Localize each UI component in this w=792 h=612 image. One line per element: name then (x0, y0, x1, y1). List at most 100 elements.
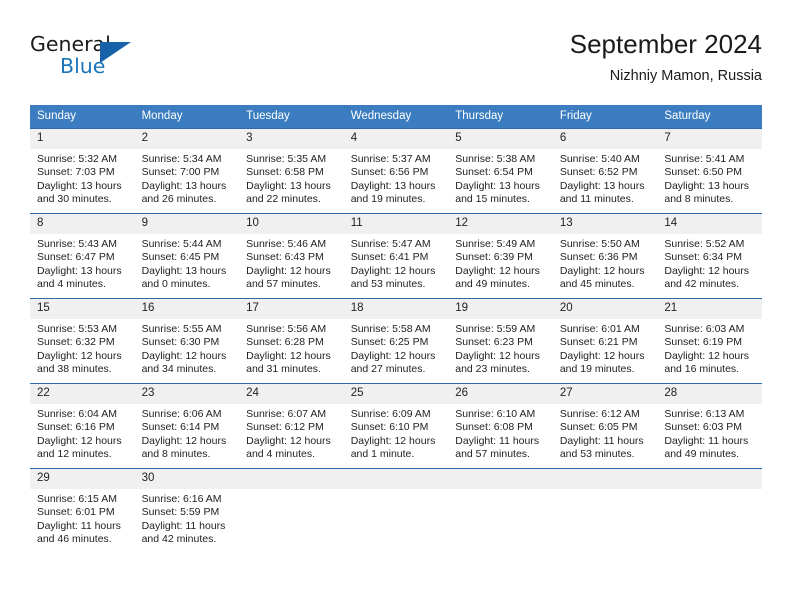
sunrise-text: Sunrise: 6:03 AM (664, 323, 745, 335)
day-number: 20 (552, 299, 658, 319)
calendar-day-cell[interactable]: 27 Sunrise: 6:12 AM Sunset: 6:05 PM Dayligh… (552, 383, 658, 469)
day-details: Sunrise: 5:47 AM Sunset: 6:41 PM Daylight:… (344, 234, 449, 292)
calendar-day-cell[interactable]: 14 Sunrise: 5:52 AM Sunset: 6:34 PM Dayligh… (657, 213, 762, 299)
daylight-text-line2: and 26 minutes. (141, 193, 217, 206)
day-number (239, 469, 344, 489)
daylight-text-line2: and 1 minute. (350, 448, 415, 461)
title-block: September 2024 Nizhniy Mamon, Russia (570, 28, 762, 87)
calendar-day-cell[interactable]: 11 Sunrise: 5:47 AM Sunset: 6:41 PM Dayligh… (343, 213, 449, 299)
day-details: Sunrise: 5:50 AM Sunset: 6:36 PM Daylight:… (553, 234, 658, 292)
sunrise-text: Sunrise: 5:56 AM (246, 323, 327, 335)
sunrise-text: Sunrise: 5:50 AM (559, 238, 640, 250)
sunset-text: Sunset: 6:45 PM (141, 251, 220, 264)
sunrise-text: Sunrise: 5:35 AM (246, 153, 327, 165)
sunrise-text: Sunrise: 6:10 AM (455, 408, 536, 420)
logo-text-general: General (30, 32, 111, 56)
day-details (239, 489, 344, 493)
day-number (552, 469, 658, 489)
daylight-text-line1: Daylight: 13 hours (141, 264, 227, 277)
calendar-day-cell-empty (343, 468, 449, 553)
day-details: Sunrise: 5:35 AM Sunset: 6:58 PM Daylight:… (239, 149, 344, 207)
day-details: Sunrise: 5:52 AM Sunset: 6:34 PM Daylight:… (657, 234, 762, 292)
daylight-text-line2: and 57 minutes. (455, 448, 530, 461)
daylight-text-line2: and 38 minutes. (37, 363, 112, 376)
calendar-day-cell[interactable]: 22 Sunrise: 6:04 AM Sunset: 6:16 PM Dayligh… (30, 383, 135, 469)
sunset-text: Sunset: 6:50 PM (664, 166, 743, 179)
calendar-day-cell[interactable]: 28 Sunrise: 6:13 AM Sunset: 6:03 PM Dayligh… (657, 383, 762, 469)
daylight-text-line2: and 4 minutes. (246, 448, 316, 461)
day-details: Sunrise: 5:59 AM Sunset: 6:23 PM Daylight:… (448, 319, 553, 377)
calendar-day-cell[interactable]: 6 Sunrise: 5:40 AM Sunset: 6:52 PM Daylight… (552, 128, 658, 214)
calendar-day-cell[interactable]: 8 Sunrise: 5:43 AM Sunset: 6:47 PM Daylight… (30, 213, 135, 299)
day-details: Sunrise: 5:40 AM Sunset: 6:52 PM Daylight:… (553, 149, 658, 207)
calendar-day-cell[interactable]: 10 Sunrise: 5:46 AM Sunset: 6:43 PM Dayligh… (239, 213, 344, 299)
calendar-day-cell[interactable]: 1 Sunrise: 5:32 AM Sunset: 7:03 PM Daylight… (30, 128, 135, 214)
calendar-day-cell[interactable]: 13 Sunrise: 5:50 AM Sunset: 6:36 PM Dayligh… (552, 213, 658, 299)
sunrise-text: Sunrise: 5:37 AM (350, 153, 431, 165)
daylight-text-line2: and 42 minutes. (664, 278, 740, 291)
calendar-table: Sunday Monday Tuesday Wednesday Thursday… (30, 105, 762, 553)
day-number: 28 (657, 384, 762, 404)
day-details: Sunrise: 6:09 AM Sunset: 6:10 PM Daylight:… (344, 404, 449, 462)
calendar-day-cell[interactable]: 23 Sunrise: 6:06 AM Sunset: 6:14 PM Dayligh… (134, 383, 240, 469)
day-details: Sunrise: 5:56 AM Sunset: 6:28 PM Daylight:… (239, 319, 344, 377)
daylight-text-line2: and 12 minutes. (37, 448, 112, 461)
calendar-day-cell[interactable]: 17 Sunrise: 5:56 AM Sunset: 6:28 PM Dayligh… (239, 298, 344, 384)
daylight-text-line1: Daylight: 11 hours (559, 434, 644, 447)
sunrise-text: Sunrise: 5:55 AM (141, 323, 222, 335)
day-details: Sunrise: 5:58 AM Sunset: 6:25 PM Daylight:… (344, 319, 449, 377)
sunrise-text: Sunrise: 5:40 AM (559, 153, 640, 165)
calendar-day-cell[interactable]: 18 Sunrise: 5:58 AM Sunset: 6:25 PM Dayligh… (343, 298, 449, 384)
daylight-text-line1: Daylight: 12 hours (246, 434, 331, 447)
calendar-day-cell[interactable]: 9 Sunrise: 5:44 AM Sunset: 6:45 PM Daylight… (134, 213, 240, 299)
daylight-text-line2: and 57 minutes. (246, 278, 321, 291)
day-number: 18 (343, 299, 449, 319)
calendar-day-cell[interactable]: 4 Sunrise: 5:37 AM Sunset: 6:56 PM Daylight… (343, 128, 449, 214)
sunset-text: Sunset: 6:10 PM (350, 421, 429, 434)
daylight-text-line1: Daylight: 13 hours (37, 264, 122, 277)
calendar-day-cell[interactable]: 7 Sunrise: 5:41 AM Sunset: 6:50 PM Daylight… (657, 128, 762, 214)
calendar-day-cell-empty (239, 468, 344, 553)
day-number: 29 (30, 469, 135, 489)
day-number: 6 (552, 129, 658, 149)
daylight-text-line2: and 22 minutes. (246, 193, 321, 206)
sunset-text: Sunset: 6:14 PM (141, 421, 220, 434)
sunrise-text: Sunrise: 5:58 AM (350, 323, 431, 335)
calendar-day-cell[interactable]: 24 Sunrise: 6:07 AM Sunset: 6:12 PM Dayligh… (239, 383, 344, 469)
calendar-day-cell[interactable]: 5 Sunrise: 5:38 AM Sunset: 6:54 PM Daylight… (448, 128, 553, 214)
daylight-text-line1: Daylight: 12 hours (141, 434, 227, 447)
sunrise-text: Sunrise: 6:01 AM (559, 323, 640, 335)
calendar-day-cell[interactable]: 2 Sunrise: 5:34 AM Sunset: 7:00 PM Daylight… (134, 128, 240, 214)
calendar-header-row: Sunday Monday Tuesday Wednesday Thursday… (30, 105, 762, 129)
page-title: September 2024 (569, 29, 762, 59)
daylight-text-line1: Daylight: 13 hours (141, 179, 227, 192)
calendar-day-cell[interactable]: 26 Sunrise: 6:10 AM Sunset: 6:08 PM Dayligh… (448, 383, 553, 469)
daylight-text-line2: and 45 minutes. (559, 278, 635, 291)
day-number (343, 469, 449, 489)
weekday-header-tuesday: Tuesday (239, 105, 344, 129)
weekday-header-thursday: Thursday (448, 105, 553, 129)
calendar-week-row: 8 Sunrise: 5:43 AM Sunset: 6:47 PM Daylight… (30, 213, 762, 299)
calendar-day-cell[interactable]: 19 Sunrise: 5:59 AM Sunset: 6:23 PM Dayligh… (448, 298, 553, 384)
calendar-day-cell[interactable]: 16 Sunrise: 5:55 AM Sunset: 6:30 PM Dayligh… (134, 298, 240, 384)
sunset-text: Sunset: 6:05 PM (559, 421, 638, 434)
calendar-day-cell[interactable]: 29 Sunrise: 6:15 AM Sunset: 6:01 PM Dayligh… (30, 468, 135, 553)
weekday-header-friday: Friday (552, 105, 658, 129)
calendar-day-cell[interactable]: 21 Sunrise: 6:03 AM Sunset: 6:19 PM Dayligh… (657, 298, 762, 384)
calendar-day-cell[interactable]: 20 Sunrise: 6:01 AM Sunset: 6:21 PM Dayligh… (552, 298, 658, 384)
calendar-day-cell[interactable]: 15 Sunrise: 5:53 AM Sunset: 6:32 PM Dayligh… (30, 298, 135, 384)
calendar-day-cell[interactable]: 30 Sunrise: 6:16 AM Sunset: 5:59 PM Dayligh… (134, 468, 240, 553)
calendar-day-cell[interactable]: 3 Sunrise: 5:35 AM Sunset: 6:58 PM Daylight… (239, 128, 344, 214)
sunset-text: Sunset: 6:23 PM (455, 336, 533, 349)
daylight-text-line1: Daylight: 12 hours (559, 264, 645, 277)
sunrise-text: Sunrise: 6:13 AM (664, 408, 745, 420)
day-details (448, 489, 553, 493)
sunset-text: Sunset: 6:01 PM (37, 506, 115, 519)
daylight-text-line1: Daylight: 12 hours (559, 349, 645, 362)
daylight-text-line2: and 11 minutes. (559, 193, 634, 206)
calendar-day-cell[interactable]: 12 Sunrise: 5:49 AM Sunset: 6:39 PM Dayligh… (448, 213, 553, 299)
general-blue-logo[interactable]: General Blue (30, 32, 160, 86)
calendar-day-cell-empty (657, 468, 762, 553)
day-number: 27 (552, 384, 658, 404)
calendar-day-cell[interactable]: 25 Sunrise: 6:09 AM Sunset: 6:10 PM Dayligh… (343, 383, 449, 469)
